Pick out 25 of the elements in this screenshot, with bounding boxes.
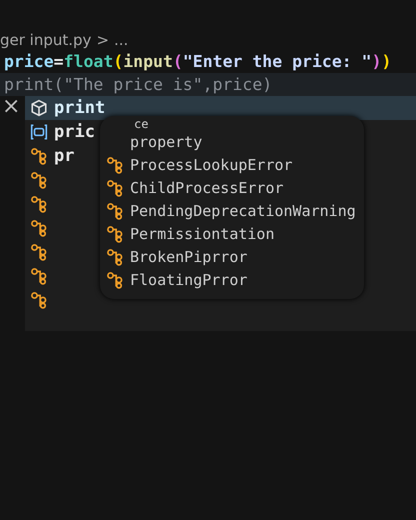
close-button[interactable]: × <box>2 96 20 118</box>
class-icon <box>106 178 124 196</box>
suggestion-item[interactable]: PendingDeprecationWarning <box>130 202 356 220</box>
suggestion-item[interactable]: ChildProcessError <box>130 178 284 196</box>
class-icon <box>106 156 124 174</box>
class-icon <box>106 270 124 288</box>
suggestion-item[interactable]: ce <box>130 117 148 131</box>
suggestion-item[interactable]: property <box>130 132 202 150</box>
class-icon <box>106 248 124 266</box>
suggestion-item[interactable]: pr <box>54 146 74 166</box>
suggestion-item[interactable]: FloatingPrror <box>130 270 248 288</box>
suggestion-item[interactable]: print <box>25 96 416 120</box>
code-line: price=float(input("Enter the price: ")) <box>3 51 392 73</box>
box-icon <box>30 99 48 117</box>
class-icon <box>30 147 48 165</box>
suggestion-item[interactable]: BrokenPiprror <box>130 248 248 266</box>
breadcrumb-separator: > <box>96 31 110 49</box>
class-icon <box>106 224 124 242</box>
suggestion-item[interactable]: ProcessLookupError <box>130 156 293 174</box>
variable-icon <box>30 123 48 141</box>
suggestion-item[interactable]: Permissiontation <box>130 224 274 242</box>
breadcrumb-item[interactable]: ... <box>114 31 128 49</box>
suggestion-item[interactable]: pric <box>54 122 95 142</box>
breadcrumb-item[interactable]: ger input.py <box>0 31 92 49</box>
class-icon <box>106 202 124 220</box>
